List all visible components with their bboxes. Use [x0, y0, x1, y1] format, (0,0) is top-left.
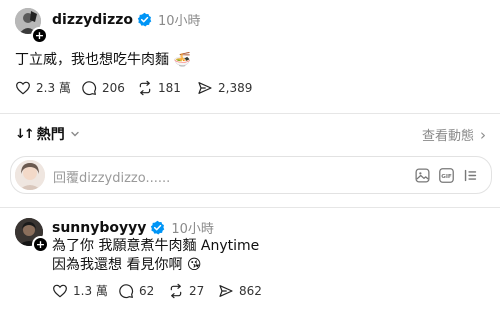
chevron-right-icon: ›: [480, 125, 486, 144]
more-attach-button[interactable]: [461, 166, 479, 184]
reply-input[interactable]: 回覆dizzydizzo......: [53, 167, 170, 186]
like-count: 1.3 萬: [73, 284, 108, 298]
comment-count: 62: [139, 283, 155, 298]
follow-plus-icon[interactable]: +: [32, 236, 49, 253]
reply-username[interactable]: sunnyboyyy: [52, 220, 146, 236]
share-button[interactable]: 2,389: [197, 79, 267, 96]
image-icon: [414, 167, 430, 183]
like-button[interactable]: 2.3 萬: [15, 79, 81, 96]
verified-badge-icon: [151, 220, 165, 235]
repost-button[interactable]: 181: [137, 79, 197, 96]
like-button[interactable]: 1.3 萬: [52, 282, 118, 299]
share-count: 862: [239, 283, 262, 298]
repost-count: 27: [189, 283, 205, 298]
post-username[interactable]: dizzydizzo: [52, 12, 133, 28]
list-icon: [464, 169, 476, 181]
reply-text-line1: 為了你 我願意煮牛肉麵 Anytime: [52, 238, 260, 254]
gif-button[interactable]: GIF: [437, 166, 455, 184]
heart-icon: [53, 284, 67, 297]
repost-button[interactable]: 27: [168, 282, 218, 299]
verified-badge-icon: [137, 12, 152, 27]
heart-icon: [16, 81, 30, 94]
reply-time: 10小時: [171, 222, 214, 237]
svg-text:GIF: GIF: [441, 173, 452, 179]
sort-label: 熱門: [36, 127, 65, 143]
divider: [0, 207, 500, 208]
post-time: 10小時: [157, 14, 201, 29]
repost-count: 181: [158, 80, 181, 95]
gif-icon: GIF: [438, 167, 454, 183]
divider: [0, 113, 500, 114]
my-avatar: [15, 160, 45, 190]
sort-dropdown[interactable]: ↓↑ 熱門: [15, 124, 80, 144]
comment-count: 206: [102, 80, 125, 95]
send-icon: [198, 81, 212, 94]
my-avatar-image: [15, 160, 45, 190]
like-count: 2.3 萬: [36, 81, 71, 95]
repost-icon: [139, 80, 151, 95]
post-header: dizzydizzo 10小時: [52, 10, 201, 30]
reply-header: sunnyboyyy 10小時: [52, 218, 214, 238]
image-attach-button[interactable]: [413, 166, 431, 184]
comment-icon: [82, 80, 97, 95]
reply-text-line2: 因為我還想 看見你啊 😘: [52, 257, 202, 273]
share-button[interactable]: 862: [218, 282, 278, 299]
view-activity-link[interactable]: 查看動態 ›: [421, 125, 486, 145]
sort-arrows-icon: ↓↑: [15, 126, 35, 142]
post-actions: 2.3 萬 206 181 2,389: [15, 79, 267, 96]
reply-box[interactable]: 回覆dizzydizzo...... GIF: [10, 156, 492, 194]
reply-actions: 1.3 萬 62 27 862: [52, 282, 278, 299]
chevron-down-icon: [71, 131, 79, 137]
comment-icon: [119, 283, 134, 298]
share-count: 2,389: [218, 80, 253, 95]
repost-icon: [170, 283, 182, 298]
comment-button[interactable]: 206: [81, 79, 137, 96]
post-text: 丁立威，我也想吃牛肉麵 🍜: [15, 52, 191, 68]
send-icon: [219, 284, 233, 297]
view-activity-label: 查看動態: [421, 129, 474, 144]
follow-plus-icon[interactable]: +: [31, 27, 48, 44]
comment-button[interactable]: 62: [118, 282, 168, 299]
